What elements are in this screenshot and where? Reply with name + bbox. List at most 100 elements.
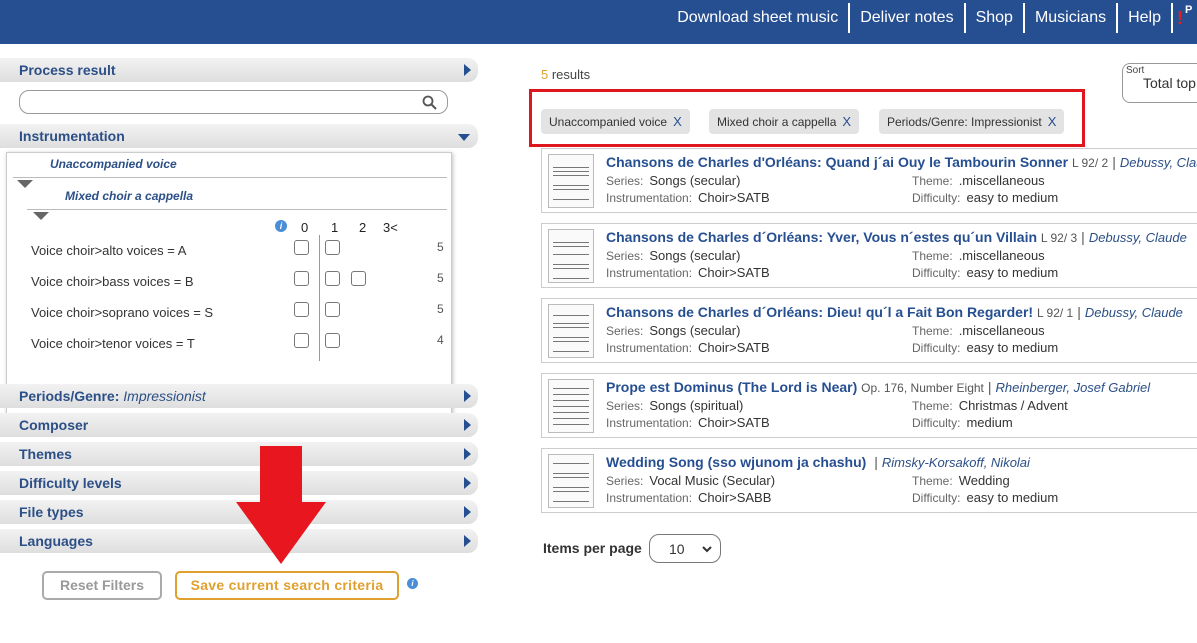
result-title-link[interactable]: Chansons de Charles d´Orléans: Dieu! qu´…	[606, 304, 1033, 320]
result-series: Series: Songs (secular)	[606, 323, 741, 338]
checkbox-1[interactable]	[325, 240, 340, 255]
search-icon[interactable]	[422, 95, 437, 110]
chevron-right-icon	[464, 419, 471, 431]
instrumentation-level-1[interactable]: Unaccompanied voice	[50, 157, 177, 171]
sheet-music-thumbnail[interactable]	[548, 454, 594, 508]
sheet-music-thumbnail[interactable]	[548, 154, 594, 208]
items-per-page-value: 10	[669, 541, 685, 557]
accordion-label: Composer	[19, 417, 89, 433]
site-logo[interactable]: ! P	[1173, 0, 1197, 36]
search-input[interactable]	[19, 90, 448, 114]
chip-label: Periods/Genre: Impressionist	[887, 115, 1042, 129]
voice-label: Voice choir>alto voices = A	[31, 243, 187, 258]
save-search-criteria-button[interactable]: Save current search criteria	[175, 571, 399, 600]
voice-count: 4	[437, 333, 444, 347]
accordion-instrumentation[interactable]: Instrumentation	[0, 124, 478, 148]
voice-count: 5	[437, 240, 444, 254]
accordion-label: Process result	[19, 62, 116, 78]
chip-label: Mixed choir a cappella	[717, 115, 837, 129]
filter-chip-mixed-choir: Mixed choir a cappella X	[709, 109, 860, 134]
accordion-composer[interactable]: Composer	[0, 413, 478, 437]
nav-musicians[interactable]: Musicians	[1025, 3, 1119, 33]
accordion-label: Instrumentation	[19, 128, 125, 144]
divider	[13, 177, 447, 178]
column-header-2: 2	[359, 220, 367, 235]
sort-value: Total top	[1143, 75, 1196, 91]
result-composer-link[interactable]: Debussy, Claude	[1085, 305, 1183, 320]
info-icon[interactable]: i	[275, 220, 287, 232]
result-title-link[interactable]: Prope est Dominus (The Lord is Near)	[606, 379, 857, 395]
result-composer-link[interactable]: Debussy, Claude	[1089, 230, 1187, 245]
checkbox-1[interactable]	[325, 302, 340, 317]
sheet-music-thumbnail[interactable]	[548, 229, 594, 283]
result-opus: L 92/ 2	[1071, 156, 1109, 170]
checkbox-1[interactable]	[325, 333, 340, 348]
checkbox-1[interactable]	[325, 271, 340, 286]
result-title-link[interactable]: Chansons de Charles d´Orléans: Yver, Vou…	[606, 229, 1037, 245]
remove-filter-button[interactable]: X	[673, 114, 682, 129]
items-per-page-label: Items per page	[543, 540, 642, 556]
voice-label: Voice choir>bass voices = B	[31, 274, 194, 289]
accordion-label: File types	[19, 504, 84, 520]
checkbox-0[interactable]	[294, 302, 309, 317]
result-title-line: Chansons de Charles d´Orléans: Yver, Vou…	[606, 229, 1187, 245]
result-difficulty: Difficulty: easy to medium	[912, 190, 1059, 205]
accordion-process-result[interactable]: Process result	[0, 58, 478, 82]
result-composer-link[interactable]: Rimsky-Korsakoff, Nikolai	[882, 455, 1030, 470]
annotation-arrow-icon	[236, 446, 326, 564]
accordion-periods-genre[interactable]: Periods/Genre: Impressionist	[0, 384, 478, 408]
voice-row-bass: Voice choir>bass voices = B 5	[31, 271, 451, 291]
accordion-label: Themes	[19, 446, 72, 462]
result-title-line: Chansons de Charles d'Orléans: Quand j´a…	[606, 154, 1197, 170]
sort-select[interactable]: Sort Total top	[1122, 63, 1197, 103]
reset-filters-button[interactable]: Reset Filters	[42, 571, 162, 600]
remove-filter-button[interactable]: X	[842, 114, 851, 129]
sheet-music-thumbnail[interactable]	[548, 304, 594, 358]
chevron-down-icon	[458, 134, 470, 141]
result-instrumentation: Instrumentation: Choir>SATB	[606, 340, 770, 355]
top-navigation-bar: Download sheet music Deliver notes Shop …	[0, 0, 1197, 44]
filter-chip-unaccompanied-voice: Unaccompanied voice X	[541, 109, 690, 134]
result-opus: L 92/ 1	[1036, 306, 1074, 320]
nav-help[interactable]: Help	[1118, 3, 1173, 33]
checkbox-0[interactable]	[294, 333, 309, 348]
instrumentation-level-2[interactable]: Mixed choir a cappella	[65, 189, 193, 203]
remove-filter-button[interactable]: X	[1048, 114, 1057, 129]
result-instrumentation: Instrumentation: Choir>SATB	[606, 190, 770, 205]
voice-count: 5	[437, 271, 444, 285]
result-item: Wedding Song (sso wjunom ja chashu) | Rim…	[541, 448, 1197, 513]
result-series: Series: Songs (secular)	[606, 248, 741, 263]
filter-sidebar: Process result Instrumentation Unaccompa…	[0, 58, 480, 553]
result-title-link[interactable]: Chansons de Charles d'Orléans: Quand j´a…	[606, 154, 1068, 170]
filter-chip-periods-genre: Periods/Genre: Impressionist X	[879, 109, 1065, 134]
checkbox-2[interactable]	[351, 271, 366, 286]
checkbox-0[interactable]	[294, 271, 309, 286]
info-icon[interactable]: i	[407, 578, 418, 589]
nav-download-sheet-music[interactable]: Download sheet music	[667, 3, 851, 33]
accordion-selected-value: Impressionist	[123, 388, 206, 404]
items-per-page-select[interactable]: 10	[649, 534, 721, 563]
result-instrumentation: Instrumentation: Choir>SATB	[606, 265, 770, 280]
result-composer-link[interactable]: Rheinberger, Josef Gabriel	[996, 380, 1151, 395]
divider	[27, 209, 447, 210]
chevron-down-icon	[702, 546, 712, 553]
result-theme: Theme: .miscellaneous	[912, 173, 1045, 188]
result-composer-link[interactable]: Debussy, Claude	[1120, 155, 1197, 170]
result-title-link[interactable]: Wedding Song (sso wjunom ja chashu)	[606, 454, 866, 470]
chip-label: Unaccompanied voice	[549, 115, 668, 129]
result-instrumentation: Instrumentation: Choir>SABB	[606, 490, 772, 505]
sheet-music-thumbnail[interactable]	[548, 379, 594, 433]
logo-mark-icon: !	[1177, 8, 1183, 28]
result-difficulty: Difficulty: medium	[912, 415, 1013, 430]
result-title-line: Prope est Dominus (The Lord is Near) Op.…	[606, 379, 1151, 395]
result-difficulty: Difficulty: easy to medium	[912, 340, 1059, 355]
result-difficulty: Difficulty: easy to medium	[912, 490, 1059, 505]
chevron-right-icon	[464, 535, 471, 547]
result-theme: Theme: .miscellaneous	[912, 248, 1045, 263]
caret-down-icon	[17, 180, 33, 188]
checkbox-0[interactable]	[294, 240, 309, 255]
nav-deliver-notes[interactable]: Deliver notes	[850, 3, 966, 33]
result-item: Prope est Dominus (The Lord is Near) Op.…	[541, 373, 1197, 438]
voice-row-alto: Voice choir>alto voices = A 5	[31, 240, 451, 260]
nav-shop[interactable]: Shop	[966, 3, 1025, 33]
